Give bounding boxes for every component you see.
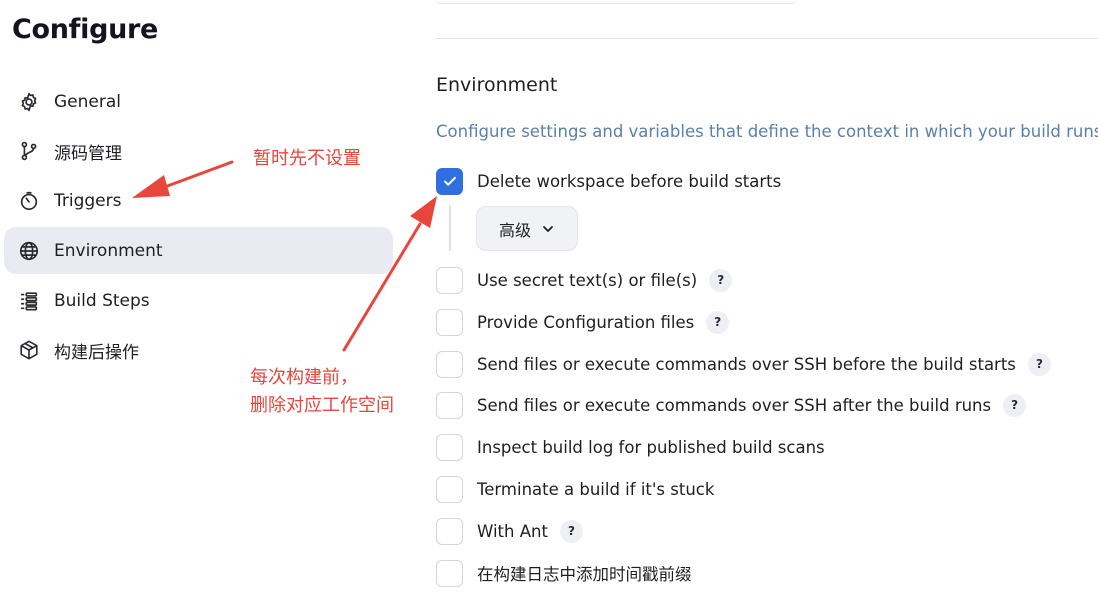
checkbox[interactable] (436, 266, 463, 294)
sidebar-item-build-steps[interactable]: Build Steps (4, 277, 393, 324)
sidebar-item-label: 源码管理 (54, 143, 122, 164)
gear-icon (17, 90, 41, 114)
help-icon[interactable]: ? (706, 310, 730, 334)
checkbox[interactable] (436, 391, 463, 419)
option-label: With Ant (477, 521, 548, 541)
section-title: Environment (436, 74, 558, 96)
sidebar-item-label: General (54, 91, 121, 112)
option-label: Terminate a build if it's stuck (477, 479, 715, 499)
sidebar-item-label: 构建后操作 (54, 342, 139, 363)
option-label: Send files or execute commands over SSH … (477, 354, 1016, 374)
checkbox[interactable] (436, 559, 463, 587)
page-title: Configure (12, 14, 159, 45)
previous-section-edge (436, 0, 796, 4)
option-config-files[interactable]: Provide Configuration files ? (436, 308, 730, 336)
option-label: Provide Configuration files (477, 312, 695, 332)
configure-page: Configure General 源码管理 Triggers Environm… (0, 0, 1098, 612)
checkbox[interactable] (436, 433, 463, 461)
option-terminate-stuck[interactable]: Terminate a build if it's stuck (436, 475, 714, 503)
checkbox[interactable] (436, 475, 463, 503)
package-icon (17, 338, 41, 362)
option-secret-text[interactable]: Use secret text(s) or file(s) ? (436, 266, 733, 294)
option-label: Send files or execute commands over SSH … (477, 395, 992, 415)
option-inspect-build-log[interactable]: Inspect build log for published build sc… (436, 433, 825, 461)
advanced-indent-line (449, 205, 451, 251)
option-label: Delete workspace before build starts (477, 171, 782, 191)
option-label: Inspect build log for published build sc… (477, 437, 825, 457)
help-icon[interactable]: ? (1027, 352, 1051, 376)
annotation-triggers-note: 暂时先不设置 (253, 148, 361, 169)
section-description: Configure settings and variables that de… (436, 122, 1098, 141)
globe-icon (17, 239, 41, 263)
option-label: 在构建日志中添加时间戳前缀 (477, 565, 692, 584)
sidebar-item-general[interactable]: General (4, 78, 393, 125)
option-timestamps[interactable]: 在构建日志中添加时间戳前缀 (436, 559, 692, 587)
sidebar-item-environment[interactable]: Environment (4, 227, 393, 275)
timer-icon (17, 189, 41, 213)
checkbox[interactable] (436, 167, 463, 195)
sidebar-item-label: Triggers (54, 191, 122, 212)
checkbox[interactable] (436, 517, 463, 545)
source-branch-icon (17, 139, 41, 163)
sidebar-nav: General 源码管理 Triggers Environment Build … (4, 78, 393, 377)
annotation-delete-note-line2: 删除对应工作空间 (250, 395, 394, 416)
chevron-down-icon (543, 225, 553, 232)
sidebar-item-triggers[interactable]: Triggers (4, 178, 393, 225)
option-ssh-before[interactable]: Send files or execute commands over SSH … (436, 350, 1051, 378)
option-delete-workspace[interactable]: Delete workspace before build starts (436, 167, 781, 195)
section-divider (436, 38, 1098, 39)
option-ssh-after[interactable]: Send files or execute commands over SSH … (436, 391, 1027, 419)
help-icon[interactable]: ? (709, 268, 733, 292)
advanced-button[interactable]: 高级 (476, 206, 578, 251)
sidebar-item-label: Build Steps (54, 290, 150, 311)
checkbox[interactable] (436, 308, 463, 336)
sidebar-item-label: Environment (54, 240, 163, 261)
annotation-delete-note-line1: 每次构建前， (250, 367, 358, 388)
advanced-button-label: 高级 (498, 220, 531, 240)
help-icon[interactable]: ? (559, 519, 583, 543)
check-icon (443, 176, 456, 186)
option-with-ant[interactable]: With Ant ? (436, 517, 583, 545)
help-icon[interactable]: ? (1003, 393, 1027, 417)
checkbox[interactable] (436, 350, 463, 378)
option-label: Use secret text(s) or file(s) (477, 270, 698, 290)
list-steps-icon (17, 289, 41, 313)
